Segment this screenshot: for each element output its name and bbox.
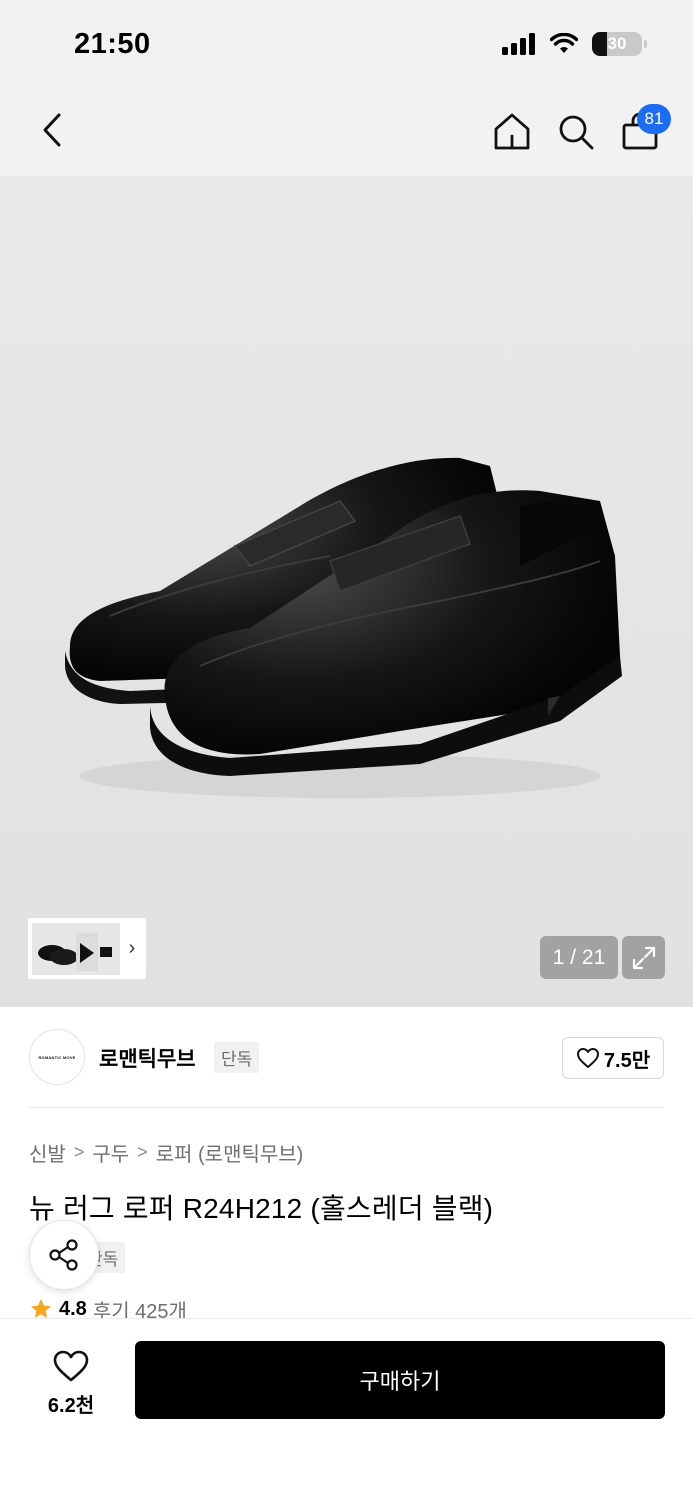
search-button[interactable] [554,110,598,154]
review-count[interactable]: 후기 425개 [93,1298,187,1321]
brand-like-button[interactable]: 7.5만 [562,1037,664,1079]
product-title: 뉴 러그 로퍼 R24H212 (홀스레더 블랙) [29,1193,494,1224]
wifi-icon [550,33,578,53]
brand-row[interactable]: ROMANTIC MOVE 로맨틱무브 단독 7.5만 [0,1007,693,1107]
home-button[interactable] [490,110,534,154]
thumbnail-strip[interactable]: › [28,918,146,979]
expand-icon [632,946,655,969]
heart-icon [576,1048,599,1068]
brand-logo-text: ROMANTIC MOVE [38,1054,76,1060]
buy-button[interactable]: 구매하기 [135,1341,665,1419]
rating-score: 4.8 [59,1298,87,1320]
image-page-counter: 1 / 21 [540,936,618,979]
battery-percent: 30 [607,34,627,53]
expand-image-button[interactable] [622,936,665,979]
heart-icon [53,1350,89,1381]
breadcrumb-chevron-icon: > [73,1142,85,1162]
breadcrumb-item[interactable]: 구두 [92,1138,129,1167]
search-icon [559,115,594,150]
brand-logo[interactable]: ROMANTIC MOVE [29,1029,85,1085]
back-chevron-icon [43,113,61,147]
star-icon [31,1299,51,1318]
brand-exclusive-tag: 단독 [214,1042,260,1073]
home-icon [494,113,530,150]
brand-name[interactable]: 로맨틱무브 [99,1043,196,1073]
thumbnail-next-chevron-icon[interactable]: › [120,923,144,975]
product-image-gallery[interactable]: › 1 / 21 [0,176,693,1007]
share-icon [49,1239,78,1271]
back-button[interactable] [32,108,72,152]
breadcrumb-item[interactable]: 로퍼 (로맨틱무브) [156,1138,304,1167]
cart-count-badge: 81 [637,104,671,134]
bottom-action-bar: 6.2천 구매하기 [0,1318,693,1500]
brand-like-count: 7.5만 [603,1049,651,1072]
status-time: 21:50 [74,28,151,60]
divider [29,1107,664,1108]
breadcrumb-chevron-icon: > [137,1142,148,1162]
share-button[interactable] [29,1220,99,1290]
battery-icon: 30 [592,32,642,56]
thumbnail-image[interactable] [32,922,120,975]
top-nav-bar [0,90,693,176]
rating-row[interactable]: 4.8 후기 425개 [29,1298,187,1320]
wishlist-button[interactable]: 6.2천 [30,1343,112,1423]
status-icons: 30 [502,32,647,56]
product-image-loafers [65,457,622,798]
wishlist-count: 6.2천 [47,1394,95,1417]
status-bar: 21:50 30 [0,0,693,90]
breadcrumb: 신발 > 구두 > 로퍼 (로맨틱무브) [29,1138,303,1167]
breadcrumb-item[interactable]: 신발 [29,1138,66,1167]
signal-icon [502,33,535,55]
